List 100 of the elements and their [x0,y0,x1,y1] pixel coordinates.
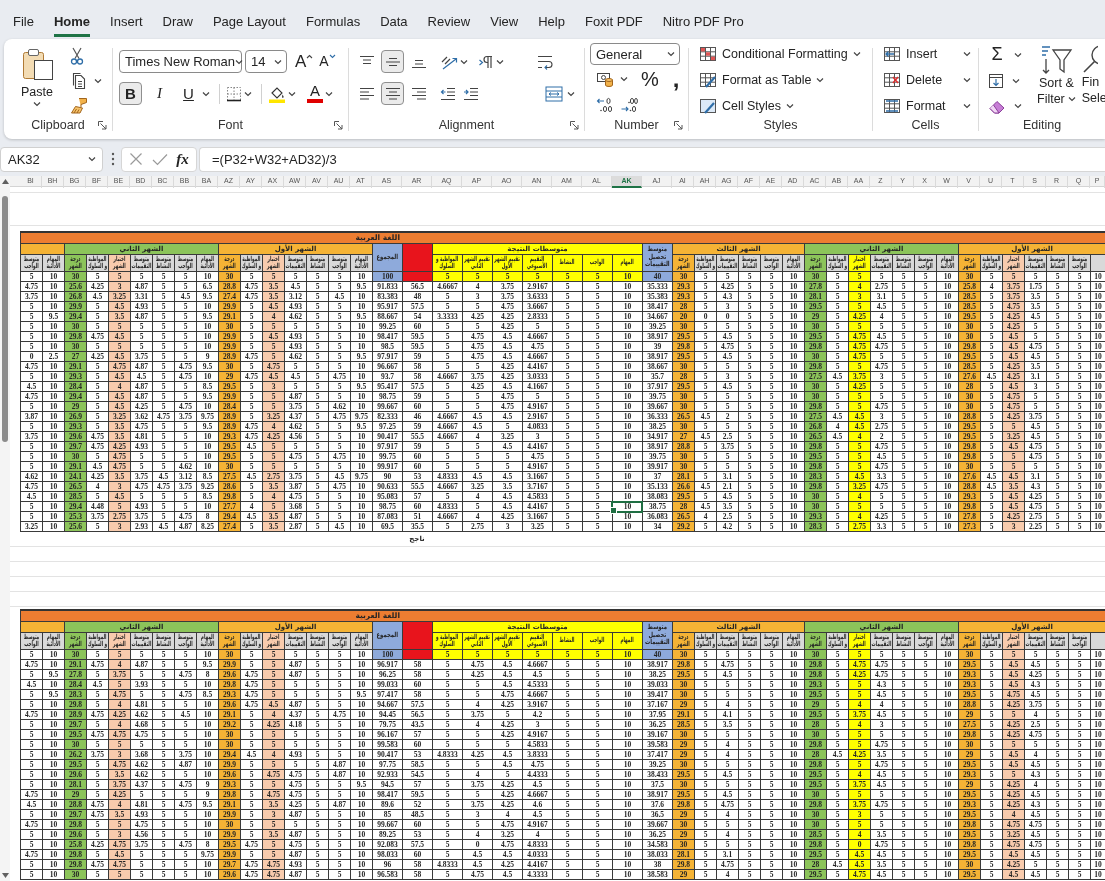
paintbrush-icon[interactable] [70,97,88,114]
caret-up-icon [306,54,314,59]
chevron-down-icon [816,77,825,83]
chevron-down-icon [786,102,795,109]
paste-button[interactable]: Paste [16,47,58,117]
chevron-down-icon [274,58,282,65]
chevron-down-icon[interactable] [1014,103,1022,110]
search-icon [1081,44,1098,74]
chevron-down-icon[interactable] [244,90,252,97]
chevron-down-icon[interactable] [496,58,504,65]
cancel-icon[interactable] [129,152,144,166]
chevron-down-icon[interactable] [460,58,468,65]
scrollbar-thumb[interactable] [2,196,8,442]
font-size-dropdown[interactable]: 14 [245,50,287,73]
header-cell [402,650,432,660]
chevron-down-icon [88,156,96,162]
chevron-down-icon[interactable] [94,78,102,84]
menu-tab[interactable]: File [13,10,34,37]
menu-tab[interactable]: Page Layout [212,10,286,37]
group-label: Styles [763,117,798,133]
chevron-down-icon [1067,96,1076,102]
funnel-icon [1039,44,1074,75]
underline-button[interactable]: U [177,82,200,105]
grow-font-button[interactable]: A [295,50,314,73]
autosum-button[interactable]: Σ [988,44,1006,66]
scroll-down-icon[interactable] [1,873,9,878]
more-icon[interactable] [111,152,115,166]
pilcrow-icon[interactable] [478,53,494,70]
cell-styles-button[interactable]: Cell Styles [699,94,872,117]
format-as-table-button[interactable]: Format as Table [699,68,872,92]
cell-brush-icon [699,97,717,114]
menu-tab[interactable]: Help [538,10,565,37]
menu-tab[interactable]: Foxit PDF [584,10,643,37]
insert-function-button[interactable]: fx [176,150,189,168]
menu-tab[interactable]: Review [427,10,471,37]
menu-tab[interactable]: Insert [110,10,143,37]
scissors-icon[interactable] [70,47,84,65]
grid-border-icon[interactable] [226,85,242,102]
bold-button[interactable]: B [119,82,142,105]
merge-cells-icon[interactable] [545,85,563,102]
grid-lines-icon [883,97,901,114]
banknote-coins-icon[interactable] [596,71,614,87]
shrink-font-button[interactable]: A [319,50,336,73]
wrap-text-icon[interactable] [536,53,554,70]
dialog-launcher-icon[interactable] [570,121,579,130]
indent-icon[interactable] [463,86,479,101]
dialog-launcher-icon[interactable] [98,121,107,130]
check-icon[interactable] [151,152,168,166]
increase-decimal-icon[interactable] [620,97,638,113]
comma-style-button[interactable]: , [672,67,680,91]
menu-tab[interactable]: Nitro PDF Pro [662,10,744,37]
dialog-launcher-icon[interactable] [334,121,343,130]
group-label: Cells [911,117,940,133]
format-button[interactable]: Format [883,94,971,117]
chevron-down-icon [852,51,861,58]
chevron-down-icon[interactable] [288,90,296,97]
name-box[interactable]: AK32 [0,146,103,172]
align-right-icon [410,86,427,101]
align-middle-button[interactable] [381,50,404,73]
chevron-down-icon [963,77,971,83]
copy-icon[interactable] [70,72,86,90]
insert-button[interactable]: Insert [883,43,971,66]
menu-tab[interactable]: Formulas [305,10,361,37]
clipboard-icon [21,47,53,81]
color-bar-icon [307,99,323,103]
formula-input[interactable]: =(P32+W32+AD32)/3 [199,146,1105,172]
conditional-formatting-button[interactable]: Conditional Formatting [699,43,872,66]
chevron-down-icon[interactable] [325,90,333,97]
scroll-up-icon[interactable] [1,179,9,184]
align-left-icon [358,86,375,101]
dialog-launcher-icon[interactable] [674,121,683,130]
sort-filter-button[interactable]: Sort & Filter [1037,44,1076,117]
header-cell [402,272,432,282]
chevron-down-icon [963,102,971,109]
chevron-down-icon[interactable] [567,90,575,97]
percent-style-button[interactable]: % [641,67,659,91]
italic-button[interactable]: I [148,82,171,105]
group-label: Alignment [438,117,495,133]
number-format-dropdown[interactable]: General [590,43,680,65]
menu-tab[interactable]: Data [380,10,408,37]
font-name-dropdown[interactable]: Times New Roman [119,50,242,73]
chevron-down-icon[interactable] [620,76,628,82]
delete-button[interactable]: Delete [883,68,971,92]
fill-down-icon[interactable] [988,72,1004,89]
grid-cross-icon [883,72,901,88]
header-cell [1090,633,1105,650]
decrease-decimal-icon[interactable] [596,97,614,113]
grid-arrow-icon [883,46,901,63]
group-label: Clipboard [31,117,85,133]
menu-tab[interactable]: Draw [162,10,193,37]
font-color-button[interactable]: A [307,82,323,105]
chevron-down-icon[interactable] [1014,51,1022,58]
chevron-down-icon[interactable] [202,90,210,97]
chevron-down-icon [963,51,971,58]
chevron-down-icon[interactable] [1012,77,1020,84]
menu-tab[interactable]: View [490,10,519,37]
align-center-button[interactable] [381,82,404,105]
eraser-icon[interactable] [988,98,1006,115]
grid-pen-icon [699,72,717,88]
outdent-icon[interactable] [440,86,456,101]
